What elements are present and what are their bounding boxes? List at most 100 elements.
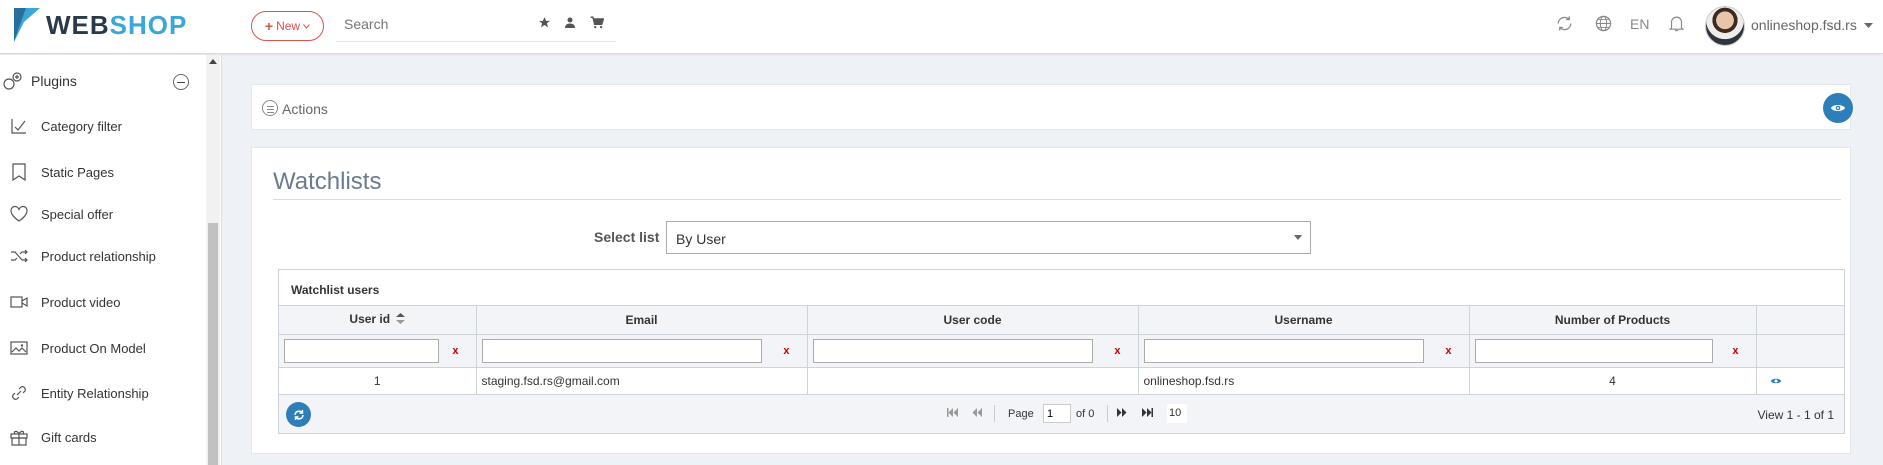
cart-icon[interactable] (590, 16, 605, 32)
last-page-icon[interactable] (1142, 408, 1153, 420)
view-toggle-button[interactable] (1823, 93, 1853, 123)
sidebar-scrollbar[interactable] (206, 55, 220, 465)
shuffle-icon (10, 247, 28, 265)
cell-username: onlineshop.fsd.rs (1138, 367, 1470, 395)
filter-user-id-input[interactable] (284, 338, 439, 363)
logo-flag-icon (14, 8, 40, 42)
first-page-icon[interactable] (947, 408, 958, 420)
image-icon (10, 339, 28, 357)
sidebar-item-entity-relationship[interactable]: Entity Relationship (0, 378, 205, 408)
new-button-label: New (276, 19, 301, 33)
rows-per-page-select[interactable]: 10 (1167, 404, 1187, 423)
sidebar-section-label: Plugins (31, 73, 77, 89)
sidebar-item-product-on-model[interactable]: Product On Model (0, 333, 205, 363)
sort-icon[interactable] (396, 313, 406, 327)
column-header-email[interactable]: Email (476, 306, 808, 335)
new-button[interactable]: + New (251, 11, 324, 41)
sidebar-item-label: Entity Relationship (41, 386, 149, 401)
watchlist-users-grid: Watchlist users User id Email User code … (278, 269, 1845, 434)
menu-circle-icon[interactable] (262, 100, 278, 116)
user-icon[interactable] (564, 16, 576, 32)
cell-user-id: 1 (279, 367, 477, 395)
prev-page-icon[interactable] (972, 408, 982, 420)
title-divider (273, 199, 1841, 200)
next-page-icon[interactable] (1117, 408, 1127, 420)
clear-filter-button[interactable]: x (1445, 345, 1451, 357)
filter-user-code-input[interactable] (812, 338, 1093, 363)
language-selector[interactable]: EN (1630, 16, 1649, 32)
top-header: WEBSHOP + New EN onlineshop.fsd.rs (0, 0, 1883, 54)
watchlist-users-table: User id Email User code Username Number … (279, 306, 1844, 395)
sidebar: Plugins Category filter Static Pages Spe… (0, 55, 222, 465)
cell-email: staging.fsd.rs@gmail.com (476, 367, 808, 395)
plugins-icon (2, 71, 24, 94)
grid-caption: Watchlist users (279, 270, 1844, 306)
filter-username-input[interactable] (1143, 338, 1424, 363)
caret-down-icon (1863, 23, 1873, 29)
actions-label[interactable]: Actions (282, 101, 328, 117)
column-header-user-id[interactable]: User id (279, 306, 477, 335)
pager-divider (994, 405, 995, 422)
records-count: View 1 - 1 of 1 (1757, 408, 1835, 422)
user-name: onlineshop.fsd.rs (1751, 17, 1857, 33)
heart-icon (10, 205, 28, 223)
page-title: Watchlists (273, 168, 382, 195)
page-label: Page (1008, 408, 1034, 420)
refresh-icon (293, 409, 304, 420)
video-icon (10, 293, 28, 311)
search-box (336, 10, 616, 42)
actions-bar: Actions (251, 84, 1853, 130)
webshop-logo[interactable]: WEBSHOP (12, 5, 187, 45)
sidebar-item-label: Special offer (41, 207, 114, 222)
globe-icon[interactable] (1594, 14, 1613, 38)
filter-products-input[interactable] (1474, 338, 1713, 363)
table-row[interactable]: 1 staging.fsd.rs@gmail.com onlineshop.fs… (279, 367, 1844, 395)
sidebar-item-special-offer[interactable]: Special offer (0, 199, 205, 229)
refresh-icon[interactable] (1555, 14, 1574, 38)
sidebar-item-gift-cards[interactable]: Gift cards (0, 422, 205, 452)
bell-icon[interactable] (1668, 14, 1685, 38)
bookmark-icon (10, 163, 28, 182)
column-header-username[interactable]: Username (1138, 306, 1470, 335)
sidebar-item-label: Static Pages (41, 165, 114, 180)
reload-grid-button[interactable] (286, 402, 311, 427)
clear-filter-button[interactable]: x (452, 345, 458, 357)
page-count: of 0 (1076, 408, 1095, 420)
filter-row: x x x x x (279, 334, 1844, 368)
cell-view (1756, 367, 1844, 395)
star-icon[interactable] (538, 16, 551, 32)
scroll-up-icon[interactable] (209, 59, 217, 64)
sidebar-item-label: Product On Model (41, 341, 146, 356)
link-icon (10, 384, 28, 402)
user-menu[interactable]: onlineshop.fsd.rs (1751, 17, 1873, 33)
avatar[interactable] (1705, 6, 1745, 46)
scrollbar-thumb[interactable] (208, 223, 218, 465)
plus-icon: + (264, 18, 274, 34)
select-list-label: Select list (594, 229, 660, 245)
column-header-user-code[interactable]: User code (807, 306, 1139, 335)
logo-text: WEBSHOP (46, 9, 188, 40)
eye-icon[interactable] (1770, 377, 1782, 385)
filter-email-input[interactable] (481, 338, 762, 363)
search-input[interactable] (336, 10, 526, 38)
page-number-input[interactable] (1043, 404, 1071, 423)
collapse-icon[interactable] (173, 74, 189, 90)
sidebar-section-plugins[interactable]: Plugins (0, 67, 205, 97)
sidebar-item-product-video[interactable]: Product video (0, 287, 205, 317)
sidebar-item-static-pages[interactable]: Static Pages (0, 157, 205, 187)
gift-icon (10, 428, 28, 446)
clear-filter-button[interactable]: x (1732, 345, 1738, 357)
cell-user-code (807, 367, 1139, 395)
sidebar-item-category-filter[interactable]: Category filter (0, 111, 205, 141)
sidebar-item-label: Product video (41, 295, 121, 310)
sidebar-item-label: Product relationship (41, 249, 156, 264)
select-list-dropdown[interactable]: By User (666, 221, 1311, 254)
column-header-number-of-products[interactable]: Number of Products (1469, 306, 1757, 335)
column-header-actions (1756, 306, 1844, 335)
checkbox-chart-icon (10, 117, 28, 135)
clear-filter-button[interactable]: x (1114, 345, 1120, 357)
clear-filter-button[interactable]: x (783, 345, 789, 357)
watchlists-panel: Watchlists Select list By User Watchlist… (251, 147, 1851, 454)
sidebar-item-product-relationship[interactable]: Product relationship (0, 241, 205, 271)
pager-divider (1107, 405, 1108, 422)
